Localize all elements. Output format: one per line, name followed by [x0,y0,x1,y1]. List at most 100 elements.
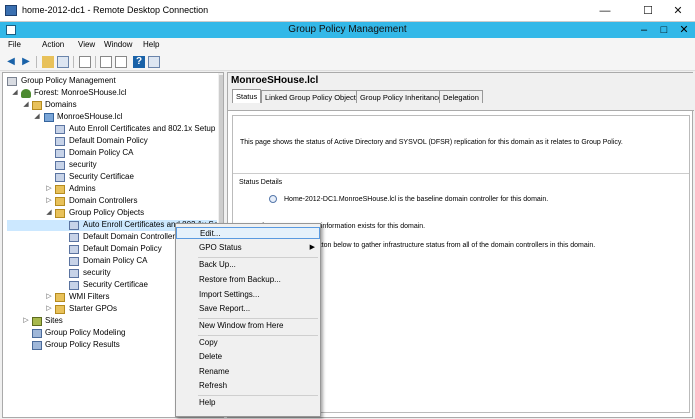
context-menu-help[interactable]: Help [176,397,320,409]
context-menu-delete[interactable]: Delete [176,351,320,363]
tree-item-gpo-link[interactable]: Security Certificae [7,172,217,183]
collapse-toggle-icon[interactable]: ▷ [45,184,53,192]
menu-window[interactable]: Window [104,40,132,49]
forward-arrow-icon[interactable]: ▶ [20,56,32,68]
menu-item-label: Back Up... [199,260,236,269]
tab-inheritance[interactable]: Group Policy Inheritance [356,90,447,103]
ou-icon [55,197,65,206]
context-menu-gpo-status[interactable]: GPO Status ▶ [176,242,320,254]
properties-icon[interactable] [79,56,91,68]
tree-item-label: security [83,268,111,277]
show-hide-tree-icon[interactable] [57,56,69,68]
menu-file[interactable]: File [8,40,21,49]
tree-item-ou-admins[interactable]: ▷ Admins [7,184,217,195]
tree-item-ou-domain-controllers[interactable]: ▷ Domain Controllers [7,196,217,207]
tree-item-label: Domain Controllers [69,196,138,205]
gpo-link-icon [55,161,65,170]
tab-delegation[interactable]: Delegation [439,90,483,103]
tree-item-label: Group Policy Management [21,76,116,85]
gpm-maximize-button[interactable]: □ [656,22,672,38]
rdc-close-button[interactable]: ✕ [663,3,693,19]
gpm-title: Group Policy Management [288,24,407,35]
menu-item-label: Import Settings... [199,290,260,299]
tree-item-label: Domain Policy CA [83,256,148,265]
domain-icon [44,113,54,122]
menu-item-label: Refresh [199,381,228,390]
rdc-app-icon [5,5,17,16]
collapse-toggle-icon[interactable]: ▷ [45,292,53,300]
tree-item-label: Starter GPOs [69,304,118,313]
tree-item-gpm-root[interactable]: Group Policy Management [7,76,217,87]
action-pane-icon[interactable] [148,56,160,68]
menu-help[interactable]: Help [143,40,159,49]
tree-item-label: Default Domain Policy [83,244,162,253]
context-menu-new-window[interactable]: New Window from Here [176,320,320,332]
context-menu-restore[interactable]: Restore from Backup... [176,274,320,286]
tree-item-gpo-link[interactable]: Domain Policy CA [7,148,217,159]
collapse-toggle-icon[interactable]: ▷ [45,196,53,204]
menu-view[interactable]: View [78,40,95,49]
rdc-titlebar: home-2012-dc1 - Remote Desktop Connectio… [0,0,695,22]
rdc-title: home-2012-dc1 - Remote Desktop Connectio… [22,5,209,15]
expand-toggle-icon[interactable]: ◢ [22,100,30,108]
tree-item-domains[interactable]: ◢ Domains [7,100,217,111]
gpo-link-icon [55,149,65,158]
tree-item-label: MonroeSHouse.lcl [57,112,123,121]
tab-status[interactable]: Status [232,89,262,103]
toolbar-separator [36,56,37,68]
collapse-toggle-icon[interactable]: ▷ [22,316,30,324]
gpm-close-button[interactable]: ✕ [676,22,692,38]
menu-item-label: New Window from Here [199,321,284,330]
menubar: File Action View Window Help [0,38,695,53]
tree-item-gpo-link[interactable]: Auto Enroll Certificates and 802.1x Setu… [7,124,217,135]
tree-item-label: security [69,160,97,169]
gpo-icon [69,269,79,278]
export-list-icon[interactable] [115,56,127,68]
rdc-minimize-button[interactable]: — [590,3,620,19]
status-details-heading: Status Details [239,179,283,186]
collapse-toggle-icon[interactable]: ▷ [45,304,53,312]
gpm-titlebar: Group Policy Management – □ ✕ [0,22,695,38]
gpm-minimize-button[interactable]: – [636,22,652,38]
tree-item-label: Sites [45,316,63,325]
back-arrow-icon[interactable]: ◀ [5,56,17,68]
tree-item-gpo-link[interactable]: Default Domain Policy [7,136,217,147]
menu-item-label: Help [199,398,216,407]
results-icon [32,341,42,350]
gpo-link-icon [55,137,65,146]
tree-item-gpo-link[interactable]: security [7,160,217,171]
expand-toggle-icon[interactable]: ◢ [11,88,19,96]
context-menu-save-report[interactable]: Save Report... [176,303,320,315]
tree-item-forest[interactable]: ◢ Forest: MonroeSHouse.lcl [7,88,217,99]
gpo-icon [69,233,79,242]
tree-item-label: Default Domain Policy [69,136,148,145]
context-menu-copy[interactable]: Copy [176,337,320,349]
tree-item-label: Group Policy Objects [69,208,145,217]
refresh-icon[interactable] [100,56,112,68]
gpm-icon [7,77,17,86]
up-folder-icon[interactable] [42,56,54,68]
folder-icon [55,293,65,302]
gpm-window: Group Policy Management – □ ✕ File Actio… [0,22,695,419]
tree-item-group-policy-objects[interactable]: ◢ Group Policy Objects [7,208,217,219]
tree-item-domain[interactable]: ◢ MonroeSHouse.lcl [7,112,217,123]
toolbar-separator [95,56,96,68]
context-menu-refresh[interactable]: Refresh [176,380,320,392]
context-menu-edit[interactable]: Edit... [176,227,320,239]
tree-item-label: Auto Enroll Certificates and 802.1x Setu… [69,124,216,133]
context-menu-import[interactable]: Import Settings... [176,289,320,301]
context-menu-back-up[interactable]: Back Up... [176,259,320,271]
expand-toggle-icon[interactable]: ◢ [45,208,53,216]
menu-item-label: Restore from Backup... [199,275,281,284]
tree-item-label: Security Certificae [69,172,134,181]
expand-toggle-icon[interactable]: ◢ [33,112,41,120]
tab-linked-gpos[interactable]: Linked Group Policy Objects [261,90,364,103]
scrollbar-thumb[interactable] [219,75,223,225]
menu-item-label: Edit... [200,229,221,238]
context-menu-rename[interactable]: Rename [176,366,320,378]
folder-icon [32,101,42,110]
help-icon[interactable]: ? [133,56,145,68]
menu-action[interactable]: Action [42,40,64,49]
details-domain-title: MonroeSHouse.lcl [231,75,319,86]
rdc-maximize-button[interactable]: ☐ [633,3,663,19]
